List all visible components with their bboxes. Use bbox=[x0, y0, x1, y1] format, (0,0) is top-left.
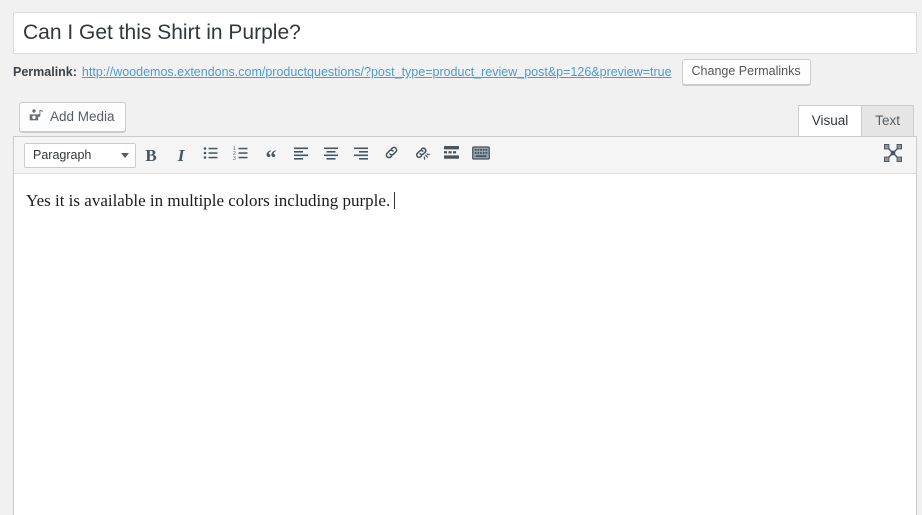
unlink-icon bbox=[413, 144, 430, 166]
distraction-free-button[interactable] bbox=[880, 142, 906, 168]
left-gutter bbox=[0, 0, 8, 515]
editor-paragraph: Yes it is available in multiple colors i… bbox=[26, 188, 904, 214]
editor-view-tabs: Visual Text bbox=[797, 100, 914, 137]
wordpress-post-editor: Permalink: http://woodemos.extendons.com… bbox=[0, 0, 922, 515]
blockquote-icon: “ bbox=[265, 145, 277, 171]
link-icon bbox=[383, 144, 400, 166]
bold-icon: B bbox=[145, 145, 157, 165]
add-media-label: Add Media bbox=[50, 109, 115, 124]
tab-text[interactable]: Text bbox=[861, 104, 914, 137]
editor-body-text: Yes it is available in multiple colors i… bbox=[26, 191, 391, 210]
read-more-button[interactable] bbox=[437, 141, 465, 169]
bulleted-list-icon bbox=[203, 145, 219, 166]
add-media-button[interactable]: Add Media bbox=[19, 102, 126, 132]
insert-link-button[interactable] bbox=[377, 141, 405, 169]
bulleted-list-button[interactable] bbox=[197, 141, 225, 169]
numbered-list-icon: 1 2 3 bbox=[233, 145, 249, 166]
read-more-icon bbox=[443, 145, 460, 165]
remove-link-button[interactable] bbox=[407, 141, 435, 169]
blockquote-button[interactable]: “ bbox=[257, 141, 285, 169]
post-title-wrapper bbox=[13, 12, 917, 54]
toolbar-toggle-icon bbox=[472, 145, 490, 165]
align-right-icon bbox=[353, 145, 369, 166]
tab-visual[interactable]: Visual bbox=[797, 104, 863, 137]
align-right-button[interactable] bbox=[347, 141, 375, 169]
format-select[interactable]: Paragraph bbox=[24, 142, 136, 168]
change-permalinks-button[interactable]: Change Permalinks bbox=[681, 59, 811, 85]
editor-content-area[interactable]: Yes it is available in multiple colors i… bbox=[14, 174, 916, 515]
format-select-value: Paragraph bbox=[33, 148, 92, 162]
media-icon bbox=[28, 108, 45, 125]
svg-text:3: 3 bbox=[233, 156, 236, 161]
numbered-list-button[interactable]: 1 2 3 bbox=[227, 141, 255, 169]
toolbar-toggle-button[interactable] bbox=[467, 141, 495, 169]
fullscreen-icon bbox=[884, 143, 902, 167]
permalink-label: Permalink: bbox=[13, 65, 77, 79]
editor-content-column: Permalink: http://woodemos.extendons.com… bbox=[8, 0, 922, 515]
align-left-button[interactable] bbox=[287, 141, 315, 169]
italic-icon: I bbox=[177, 145, 185, 165]
align-left-icon bbox=[293, 145, 309, 166]
text-cursor bbox=[394, 192, 396, 209]
content-editor: Paragraph B I 1 2 3 “ Yes it is availabl… bbox=[13, 136, 917, 515]
align-center-icon bbox=[323, 145, 339, 166]
post-title-input[interactable] bbox=[14, 13, 916, 53]
bold-button[interactable]: B bbox=[137, 141, 165, 169]
italic-button[interactable]: I bbox=[167, 141, 195, 169]
editor-toolbar: Paragraph B I 1 2 3 “ bbox=[14, 137, 916, 174]
permalink-row: Permalink: http://woodemos.extendons.com… bbox=[13, 58, 917, 86]
align-center-button[interactable] bbox=[317, 141, 345, 169]
permalink-url[interactable]: http://woodemos.extendons.com/productque… bbox=[82, 65, 672, 79]
chevron-down-icon bbox=[121, 152, 129, 158]
media-bar: Add Media Visual Text bbox=[13, 100, 917, 137]
